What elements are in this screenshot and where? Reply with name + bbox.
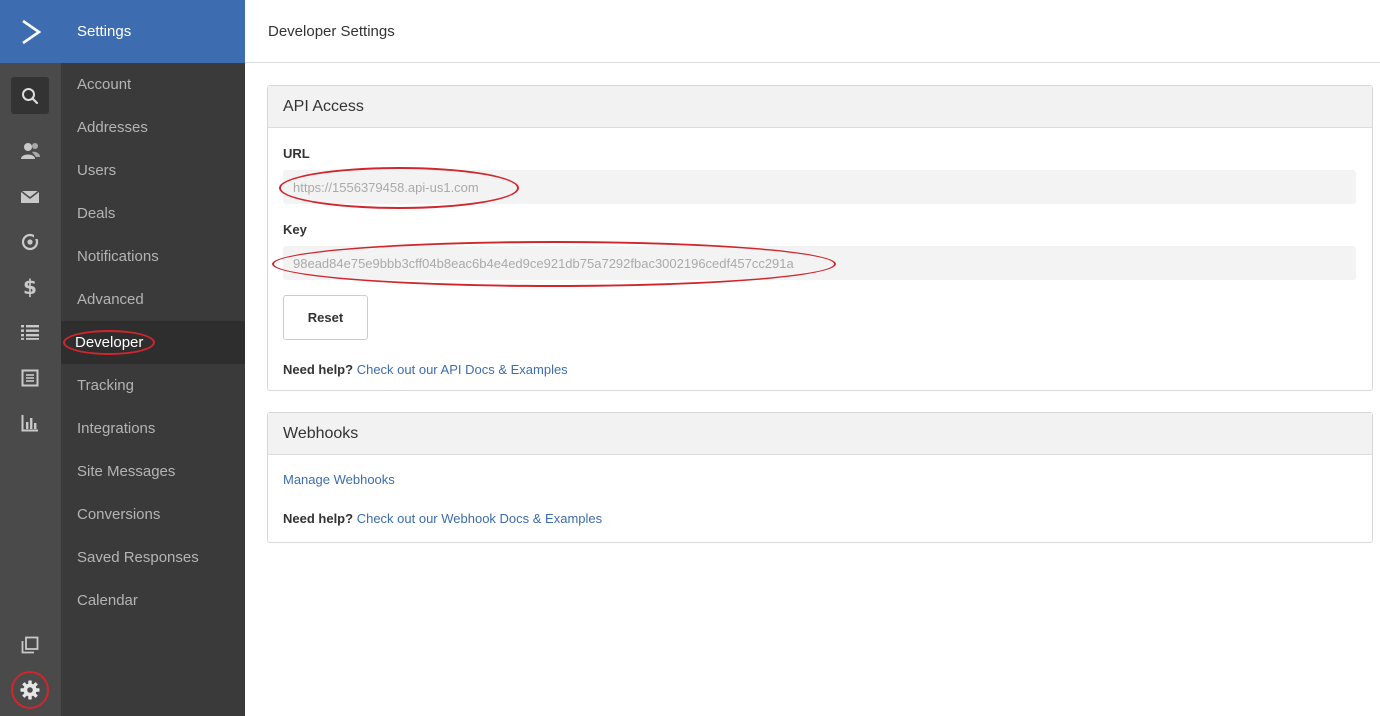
menu-item-advanced[interactable]: Advanced (61, 278, 245, 321)
menu-item-label: Developer (63, 330, 156, 355)
automations-icon (21, 233, 39, 251)
url-label: URL (283, 146, 310, 161)
webhooks-panel: Webhooks Manage Webhooks Need help? Chec… (267, 412, 1373, 543)
mail-icon (20, 190, 40, 203)
api-access-title: API Access (268, 86, 1372, 128)
menu-item-label: Addresses (77, 119, 148, 136)
menu-item-notifications[interactable]: Notifications (61, 235, 245, 278)
menu-item-saved-responses[interactable]: Saved Responses (61, 536, 245, 579)
menu-item-label: Advanced (77, 291, 144, 308)
menu-item-site-messages[interactable]: Site Messages (61, 450, 245, 493)
settings-menu: Settings Account Addresses Users Deals N… (61, 0, 245, 716)
reports-button[interactable] (18, 411, 42, 435)
list-icon (21, 325, 39, 340)
contacts-icon (21, 143, 40, 159)
menu-item-label: Conversions (77, 506, 161, 523)
menu-item-deals[interactable]: Deals (61, 192, 245, 235)
logo-chevron-icon (21, 19, 41, 44)
contacts-button[interactable] (18, 139, 42, 163)
lists-button[interactable] (18, 320, 42, 344)
menu-item-label: Calendar (77, 592, 138, 609)
automations-button[interactable] (18, 230, 42, 254)
menu-item-users[interactable]: Users (61, 149, 245, 192)
search-button[interactable] (11, 77, 49, 114)
settings-button[interactable] (11, 671, 49, 709)
menu-item-label: Deals (77, 205, 116, 222)
menu-item-integrations[interactable]: Integrations (61, 407, 245, 450)
menu-title: Settings (61, 0, 245, 63)
menu-item-conversions[interactable]: Conversions (61, 493, 245, 536)
deals-button[interactable]: $ (18, 275, 42, 299)
key-field[interactable]: 98ead84e75e9bbb3cff04b8eac6b4e4ed9ce921d… (272, 241, 1356, 287)
campaigns-button[interactable] (18, 185, 42, 209)
pages-icon (21, 636, 39, 654)
api-help: Need help? Check out our API Docs & Exam… (283, 362, 1357, 377)
menu-item-label: Site Messages (77, 463, 176, 480)
api-access-body: URL https://1556379458.api-us1.com Key 9… (268, 146, 1372, 377)
manage-webhooks-row: Manage Webhooks (283, 471, 1357, 489)
reset-button[interactable]: Reset (283, 295, 368, 340)
menu-item-calendar[interactable]: Calendar (61, 579, 245, 622)
search-icon (22, 87, 39, 104)
menu-item-developer[interactable]: Developer (61, 321, 245, 364)
dollar-icon: $ (23, 275, 37, 299)
url-field[interactable]: https://1556379458.api-us1.com (279, 167, 1356, 209)
gear-icon (20, 680, 40, 700)
webhook-help: Need help? Check out our Webhook Docs & … (283, 511, 1357, 526)
forms-button[interactable] (18, 366, 42, 390)
menu-item-label: Integrations (77, 420, 156, 437)
key-value: 98ead84e75e9bbb3cff04b8eac6b4e4ed9ce921d… (293, 255, 794, 271)
page-title: Developer Settings (268, 22, 395, 40)
api-access-panel: API Access URL https://1556379458.api-us… (267, 85, 1373, 391)
webhooks-title: Webhooks (268, 413, 1372, 455)
bar-chart-icon (21, 415, 38, 432)
webhooks-body: Manage Webhooks Need help? Check out our… (268, 471, 1372, 526)
api-docs-link[interactable]: Check out our API Docs & Examples (357, 362, 568, 377)
manage-webhooks-link[interactable]: Manage Webhooks (283, 472, 395, 487)
menu-item-label: Tracking (77, 377, 134, 394)
app-logo[interactable] (0, 0, 61, 63)
menu-list: Account Addresses Users Deals Notificati… (61, 63, 245, 622)
key-label: Key (283, 222, 307, 237)
icon-rail: $ (0, 0, 61, 716)
menu-item-label: Notifications (77, 248, 159, 265)
webhook-help-prefix: Need help? (283, 511, 354, 526)
page-header: Developer Settings (245, 0, 1380, 63)
menu-item-label: Account (77, 76, 132, 93)
menu-item-label: Users (77, 162, 117, 179)
menu-item-addresses[interactable]: Addresses (61, 106, 245, 149)
document-icon (21, 369, 39, 387)
menu-item-tracking[interactable]: Tracking (61, 364, 245, 407)
menu-item-label: Saved Responses (77, 549, 199, 566)
api-help-prefix: Need help? (283, 362, 354, 377)
menu-item-account[interactable]: Account (61, 63, 245, 106)
webhook-docs-link[interactable]: Check out our Webhook Docs & Examples (357, 511, 602, 526)
pages-button[interactable] (18, 633, 42, 657)
url-value: https://1556379458.api-us1.com (293, 179, 479, 195)
